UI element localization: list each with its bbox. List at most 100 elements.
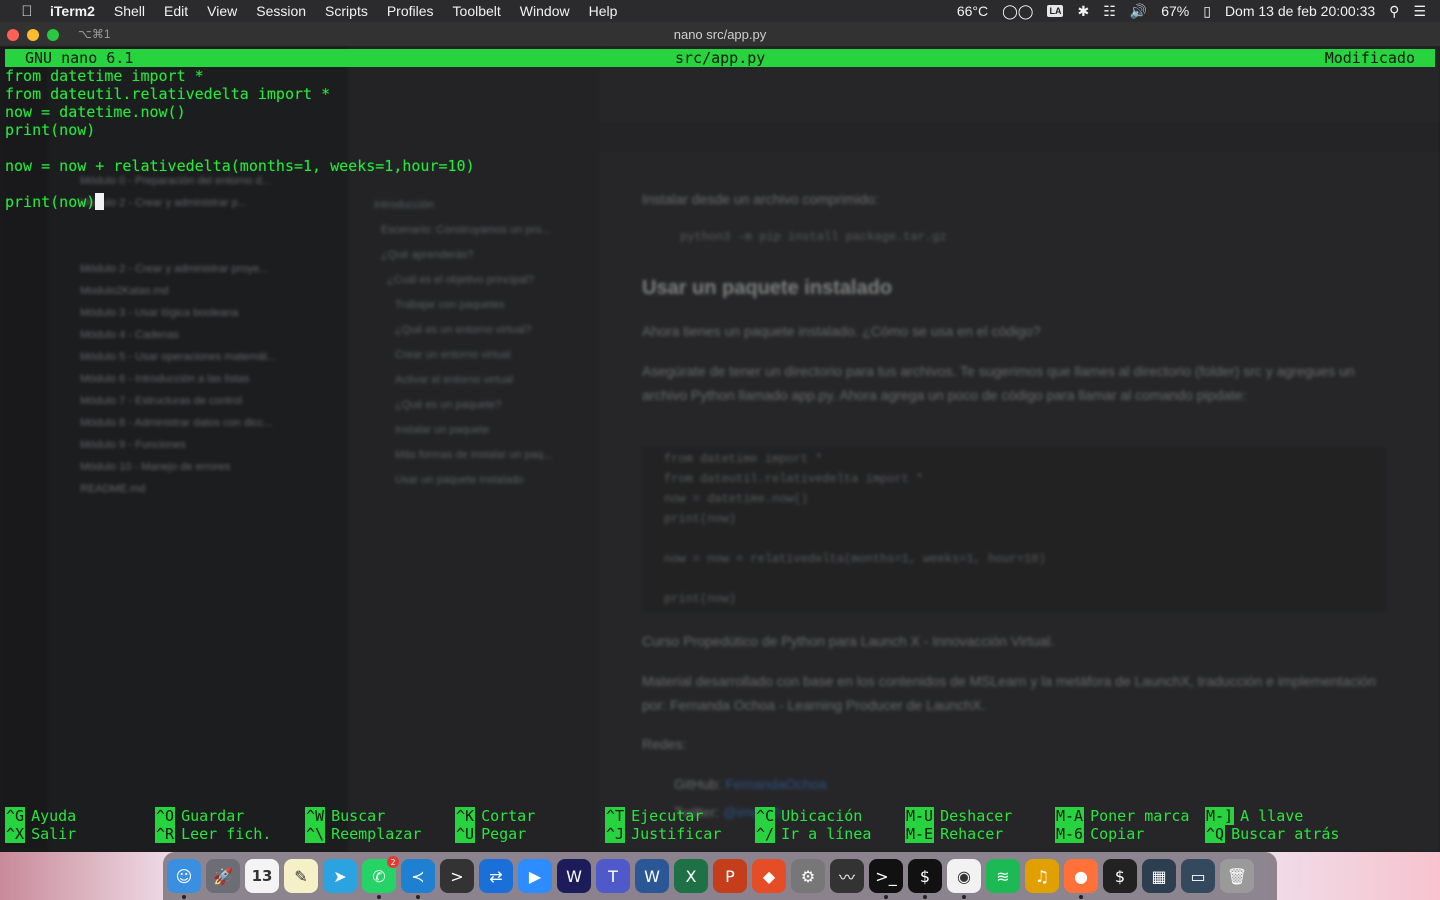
menu-edit[interactable]: Edit [164,3,188,19]
shortcut-key: ^J [605,825,626,843]
menu-view[interactable]: View [207,3,237,19]
code-line[interactable]: print(now) [5,193,95,211]
whatsapp-icon[interactable]: ✆ 2 [362,856,399,899]
shortcut-key: ^\ [305,825,326,843]
activity-monitor-icon[interactable]: 〰 [830,859,864,893]
audio-icon[interactable]: ♫ [1025,859,1059,893]
shortcut-key: M-E [905,825,935,843]
input-source-badge[interactable]: LA [1047,5,1064,17]
teams-icon[interactable]: T [596,859,630,893]
launchpad-icon[interactable]: 🚀 [206,859,240,893]
shortcut-label: Reemplazar [331,825,422,843]
shortcut-buscar-atrás[interactable]: ^Q Buscar atrás [1205,825,1339,843]
shortcut-cortar[interactable]: ^K Cortar [455,807,535,825]
menu-session[interactable]: Session [256,3,306,19]
shortcut-key: ^U [455,825,476,843]
shortcut-justificar[interactable]: ^J Justificar [605,825,721,843]
shortcut-ejecutar[interactable]: ^T Ejecutar [605,807,703,825]
teamviewer-icon[interactable]: ⇄ [479,859,513,893]
nano-header-bar: GNU nano 6.1 src/app.py Modificado [5,49,1435,67]
shortcut-pegar[interactable]: ^U Pegar [455,825,526,843]
code-line[interactable]: now = datetime.now() [5,103,186,121]
shortcut-ubicación[interactable]: ^C Ubicación [755,807,862,825]
glasses-icon[interactable]: ◯◯ [1002,3,1033,20]
shortcut-ayuda[interactable]: ^G Ayuda [5,807,76,825]
firefox-icon[interactable]: ● [1064,859,1098,899]
shortcut-label: Leer fich. [181,825,272,843]
shortcut-key: ^R [155,825,176,843]
control-center-icon[interactable]: ☰ [1413,3,1426,20]
menu-app-iterm2[interactable]: iTerm2 [50,3,95,19]
shortcut-ir-a-línea[interactable]: ^/ Ir a línea [755,825,871,843]
nano-editor[interactable]: GNU nano 6.1 src/app.py Modificado from … [0,47,1440,852]
prompt-icon[interactable]: > [440,859,474,893]
telegram-icon[interactable]: ➤ [323,859,357,893]
webex-icon[interactable]: W [557,859,591,893]
shortcut-label: Buscar [331,807,386,825]
menu-toolbelt[interactable]: Toolbelt [453,3,501,19]
code-line[interactable]: from datetime import * [5,67,204,85]
iterm2-icon[interactable]: $ [1103,859,1137,893]
screen-icon[interactable]: ▦ [1142,859,1176,893]
code-line[interactable]: now = now + relativedelta(months=1, week… [5,157,475,175]
shortcut-reemplazar[interactable]: ^\ Reemplazar [305,825,421,843]
shortcut-label: Ubicación [781,807,863,825]
shortcut-copiar[interactable]: M-6 Copiar [1055,825,1144,843]
shortcut-deshacer[interactable]: M-U Deshacer [905,807,1012,825]
shortcut-leer-fich-[interactable]: ^R Leer fich. [155,825,271,843]
shortcut-key: ^K [455,807,476,825]
bluetooth-icon[interactable]: ✱ [1077,3,1089,20]
menu-window[interactable]: Window [520,3,570,19]
temperature-readout[interactable]: 66°C [957,3,988,19]
running-indicator [1079,895,1083,899]
shortcut-key: ^Q [1205,825,1226,843]
shortcut-label: Justificar [631,825,722,843]
window-titlebar: ⌥⌘1 nano src/app.py [0,22,1440,47]
clock[interactable]: Dom 13 de feb 20:00:33 [1225,3,1375,19]
code-line[interactable]: from dateutil.relativedelta import * [5,85,330,103]
zoom-icon[interactable]: ▶ [518,859,552,893]
notification-badge: 2 [387,856,399,868]
menu-scripts[interactable]: Scripts [325,3,368,19]
vscode-icon[interactable]: ≺ [401,859,435,899]
running-indicator [377,895,381,899]
terminal-icon[interactable]: >_ [869,859,903,899]
spotify-icon[interactable]: ≋ [986,859,1020,893]
calendar-day: 13 [251,867,273,885]
search-icon[interactable]: ⚲ [1389,3,1399,20]
notes-icon[interactable]: ✎ [284,859,318,893]
excel-icon[interactable]: X [674,859,708,893]
shortcut-guardar[interactable]: ^O Guardar [155,807,244,825]
shortcut-buscar[interactable]: ^W Buscar [305,807,385,825]
shortcut-rehacer[interactable]: M-E Rehacer [905,825,1003,843]
powerpoint-icon[interactable]: P [713,859,747,893]
system-preferences-icon[interactable]: ⚙ [791,859,825,893]
volume-icon[interactable]: 🔊 [1130,3,1147,20]
apple-menu-icon[interactable]:  [18,3,36,20]
git-icon[interactable]: ◆ [752,859,786,893]
menu-help[interactable]: Help [589,3,618,19]
iterm-icon[interactable]: $ [908,859,942,899]
wifi-icon[interactable]: ☷ [1103,3,1116,20]
text-cursor [95,193,105,210]
menu-shell[interactable]: Shell [114,3,145,19]
chrome-icon[interactable]: ◉ [947,859,981,899]
calendar-icon[interactable]: 13 [245,859,279,893]
code-line-with-cursor[interactable]: print(now) [5,193,105,211]
battery-icon[interactable]: ▯ [1203,3,1211,20]
shortcut-key: ^/ [755,825,776,843]
shortcut-key: M-6 [1055,825,1085,843]
shortcut-poner-marca[interactable]: M-A Poner marca [1055,807,1189,825]
display-icon[interactable]: ▭ [1181,859,1215,893]
menu-bar:  iTerm2 Shell Edit View Session Scripts… [0,0,1440,22]
shortcut-salir[interactable]: ^X Salir [5,825,76,843]
word-icon[interactable]: W [635,859,669,893]
trash-icon[interactable]: 🗑 [1220,859,1254,893]
code-line[interactable]: print(now) [5,121,95,139]
shortcut-a-llave[interactable]: M-] A llave [1205,807,1303,825]
finder-icon[interactable]: ☺ [167,859,201,899]
shortcut-key: ^C [755,807,776,825]
battery-percentage[interactable]: 67% [1161,3,1189,19]
running-indicator [962,895,966,899]
menu-profiles[interactable]: Profiles [387,3,434,19]
